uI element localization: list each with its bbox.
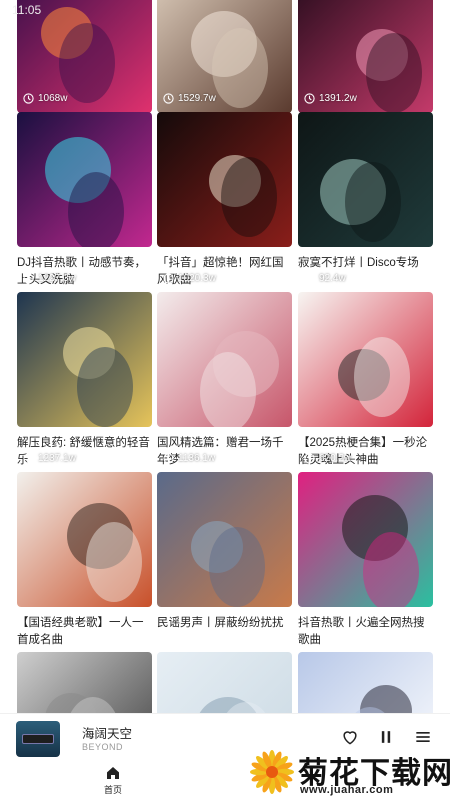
- playlist-cover[interactable]: [17, 112, 152, 247]
- play-count: 1068w: [23, 93, 67, 104]
- playlist-cover[interactable]: [298, 472, 433, 607]
- play-count-value: 1068w: [38, 93, 68, 104]
- heart-icon[interactable]: [339, 726, 361, 748]
- clock-icon: [304, 93, 315, 104]
- playlist-cover[interactable]: [17, 292, 152, 427]
- play-count-value: 1136.1w: [178, 453, 216, 464]
- play-count-value: 1227.3w: [38, 273, 76, 284]
- clock-icon: [163, 273, 174, 284]
- watermark-url: www.juahar.com: [300, 784, 394, 796]
- clock-icon: [23, 453, 34, 464]
- play-count-value: 92.4w: [319, 273, 346, 284]
- playlist-title[interactable]: 【国语经典老歌】一人一首成名曲: [17, 615, 154, 649]
- play-count: 1529.7w: [163, 93, 216, 104]
- artist-name: BEYOND: [82, 742, 124, 752]
- clock-icon: [163, 93, 174, 104]
- playlist-title[interactable]: 民谣男声丨屏蔽纷纷扰扰: [157, 615, 294, 632]
- play-count: 1391.2w: [304, 93, 357, 104]
- pause-icon[interactable]: [375, 726, 397, 748]
- playlist-title[interactable]: 抖音热歌丨火遍全网热搜歌曲: [298, 615, 435, 649]
- play-count-value: 620.2w: [319, 453, 352, 464]
- playlist-cover[interactable]: [157, 292, 292, 427]
- play-count-value: 1391.2w: [319, 93, 357, 104]
- clock-icon: [304, 453, 315, 464]
- tab-home-label: 首页: [103, 785, 122, 795]
- clock-icon: [23, 93, 34, 104]
- status-time: 11:05: [12, 3, 42, 17]
- playlist-icon[interactable]: [412, 726, 434, 748]
- play-count: 1020.3w: [163, 273, 216, 284]
- chrysanthemum-logo-icon: [250, 750, 294, 794]
- home-icon: [107, 767, 119, 779]
- play-count: 620.2w: [304, 453, 351, 464]
- play-count: 1237.1w: [23, 453, 76, 464]
- playlist-cover[interactable]: [157, 112, 292, 247]
- playlist-cover[interactable]: [298, 112, 433, 247]
- play-count: 92.4w: [304, 273, 346, 284]
- play-count: 1136.1w: [163, 453, 215, 464]
- play-count-value: 1020.3w: [178, 273, 216, 284]
- playlist-cover[interactable]: [298, 292, 433, 427]
- playlist-cover[interactable]: [157, 472, 292, 607]
- tab-home[interactable]: 首页: [96, 765, 130, 796]
- play-count-value: 1237.1w: [38, 453, 76, 464]
- site-watermark: 菊花下载网 www.juahar.com: [246, 746, 450, 800]
- play-count: 1227.3w: [23, 273, 76, 284]
- album-cover[interactable]: [16, 721, 60, 757]
- playlist-cover[interactable]: [17, 472, 152, 607]
- clock-icon: [304, 273, 315, 284]
- song-name[interactable]: 海阔天空: [82, 723, 132, 742]
- clock-icon: [23, 273, 34, 284]
- play-count-value: 1529.7w: [178, 93, 216, 104]
- clock-icon: [163, 453, 174, 464]
- playlist-title[interactable]: 寂寞不打烊丨Disco专场: [298, 255, 435, 272]
